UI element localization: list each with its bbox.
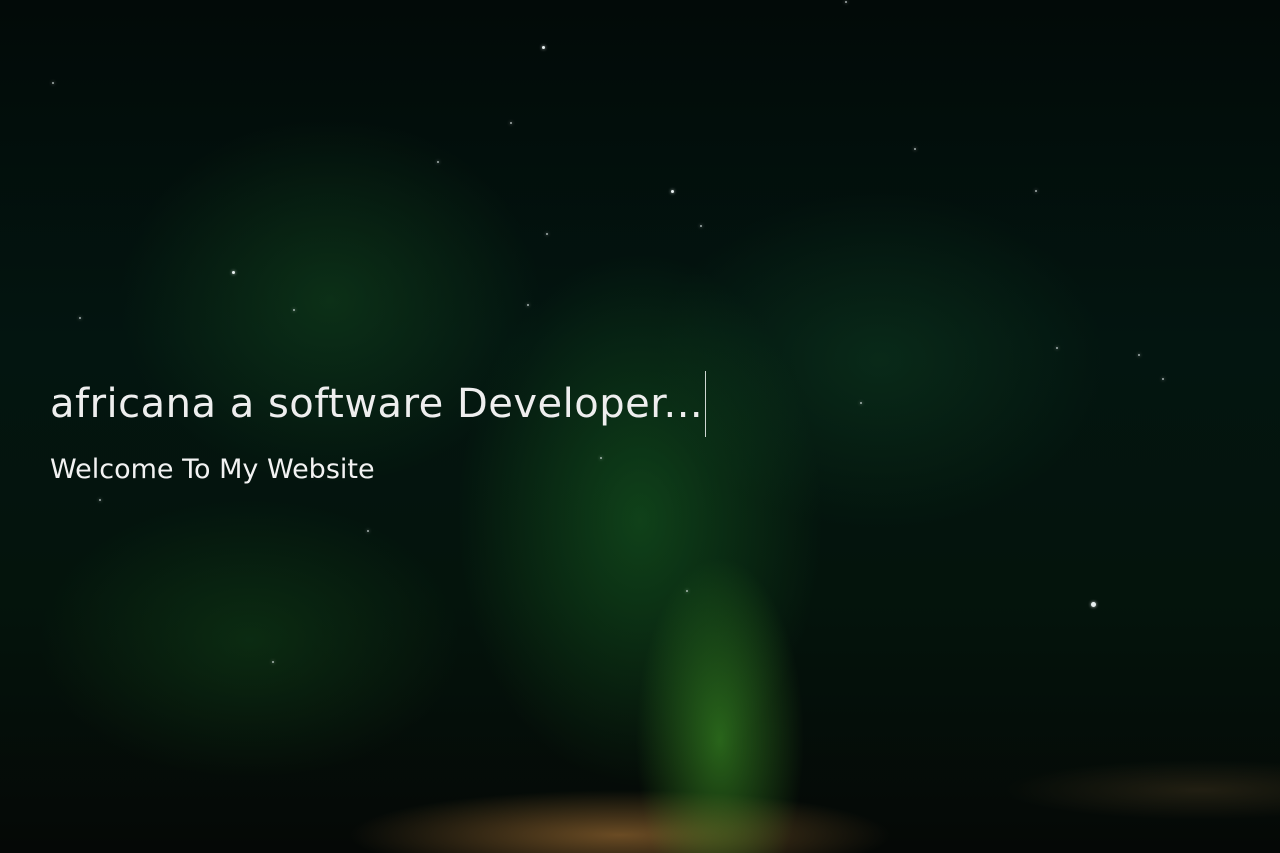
hero-text: africana a software Developer... Welcome… xyxy=(50,370,707,485)
star xyxy=(1056,347,1058,349)
star xyxy=(542,46,545,49)
star xyxy=(1138,354,1140,356)
star xyxy=(700,225,702,227)
star xyxy=(232,271,235,274)
typing-cursor xyxy=(705,371,707,437)
star xyxy=(860,402,862,404)
star xyxy=(1162,378,1164,380)
welcome-subtitle: Welcome To My Website xyxy=(50,454,375,485)
star xyxy=(510,122,512,124)
star xyxy=(99,499,101,501)
star xyxy=(527,304,529,306)
star xyxy=(546,233,548,235)
star xyxy=(293,309,295,311)
star xyxy=(914,148,916,150)
star xyxy=(671,190,674,193)
headline-row: africana a software Developer... xyxy=(50,370,707,438)
star xyxy=(845,1,847,3)
hero-section: africana a software Developer... Welcome… xyxy=(0,0,1280,853)
star xyxy=(79,317,81,319)
star xyxy=(1091,602,1096,607)
typed-headline: africana a software Developer... xyxy=(50,381,704,427)
star xyxy=(272,661,274,663)
star xyxy=(686,590,688,592)
star xyxy=(437,161,439,163)
star xyxy=(367,530,369,532)
star xyxy=(52,82,54,84)
star xyxy=(1035,190,1037,192)
